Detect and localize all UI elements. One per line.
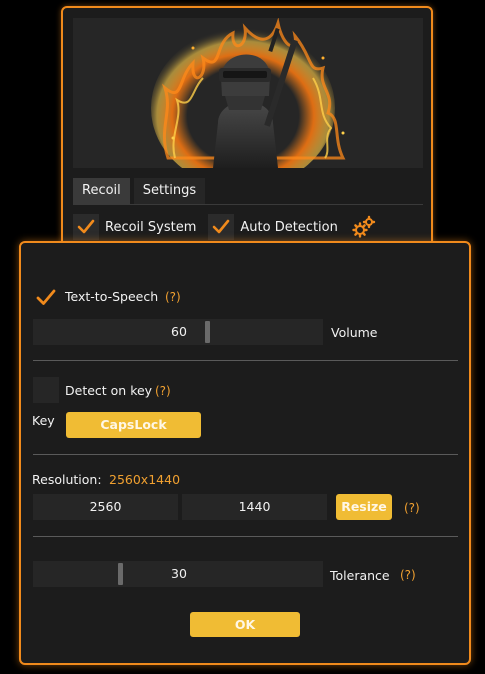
separator (33, 360, 458, 361)
tolerance-slider[interactable]: 30 (33, 561, 323, 587)
tolerance-help[interactable]: (?) (400, 568, 416, 582)
tab-settings[interactable]: Settings (133, 178, 206, 204)
volume-slider[interactable]: 60 (33, 319, 323, 345)
separator (33, 536, 458, 537)
tab-recoil[interactable]: Recoil (73, 178, 130, 204)
detect-on-key-help[interactable]: (?) (155, 384, 171, 398)
volume-value: 60 (171, 324, 187, 339)
tab-bar: Recoil Settings (73, 178, 206, 204)
resolution-width-input[interactable]: 2560 (33, 494, 178, 520)
checkmark-icon (73, 214, 99, 240)
checkmark-icon (36, 289, 56, 305)
detect-on-key-label: Detect on key (65, 383, 153, 398)
recoil-window: Recoil Settings Recoil System Auto Detec… (61, 6, 433, 256)
detect-on-key-checkbox[interactable] (33, 377, 59, 403)
resolution-height-input[interactable]: 1440 (182, 494, 327, 520)
tab-divider (73, 204, 423, 205)
tts-settings-dialog: Text-to-Speech (?) 60 Volume Detect on k… (19, 241, 471, 665)
resolution-current: 2560x1440 (109, 472, 181, 487)
volume-slider-grab[interactable] (205, 321, 210, 343)
recoil-system-checkbox[interactable]: Recoil System (73, 214, 196, 240)
key-bind-button[interactable]: CapsLock (66, 412, 201, 438)
key-label: Key (32, 413, 55, 428)
checkmark-icon (208, 214, 235, 240)
tolerance-label: Tolerance (330, 568, 390, 583)
auto-detection-label: Auto Detection (240, 219, 338, 235)
tolerance-slider-grab[interactable] (118, 563, 123, 585)
tts-label: Text-to-Speech (65, 289, 159, 304)
ok-button[interactable]: OK (190, 612, 300, 637)
tts-checkbox[interactable] (33, 285, 59, 311)
volume-label: Volume (331, 325, 378, 340)
tolerance-value: 30 (171, 566, 187, 581)
resolution-help[interactable]: (?) (404, 501, 420, 515)
resize-button[interactable]: Resize (336, 494, 392, 520)
gears-icon[interactable] (352, 215, 376, 239)
soldier-flames-artwork (73, 18, 423, 168)
separator (33, 454, 458, 455)
auto-detection-checkbox[interactable]: Auto Detection (208, 214, 338, 240)
resolution-label: Resolution: (32, 472, 102, 487)
banner-image (73, 18, 423, 168)
recoil-options-row: Recoil System Auto Detection (73, 212, 376, 242)
recoil-system-label: Recoil System (105, 219, 197, 235)
tts-help[interactable]: (?) (165, 290, 181, 304)
